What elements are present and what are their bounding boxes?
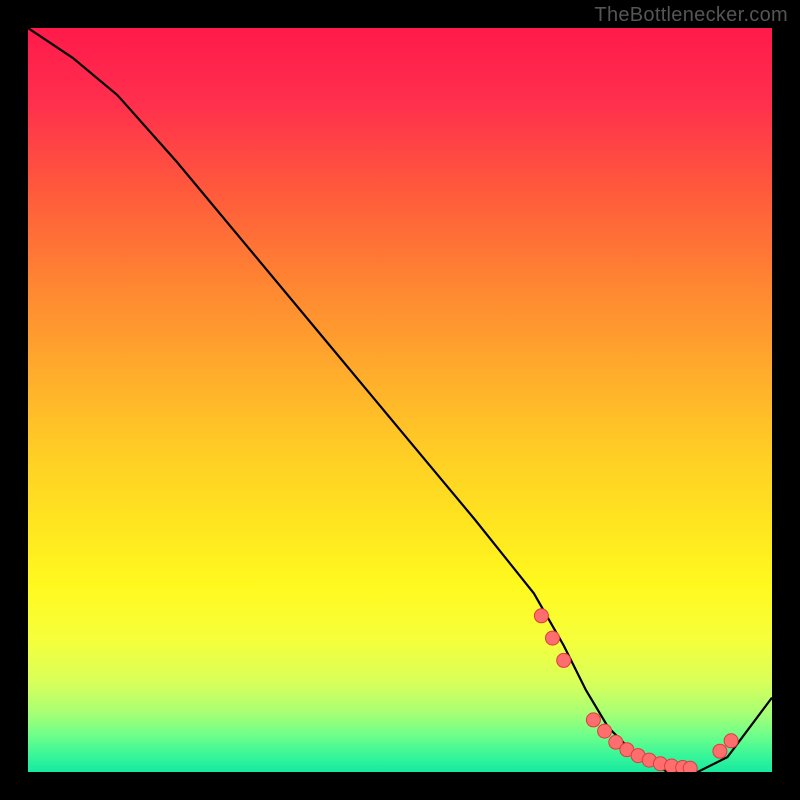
chart-svg: [28, 28, 772, 772]
gpu-marker: [586, 713, 600, 727]
gpu-marker: [546, 631, 560, 645]
gpu-marker: [724, 734, 738, 748]
gpu-marker: [598, 724, 612, 738]
attribution-text: TheBottlenecker.com: [594, 4, 788, 27]
gpu-marker: [557, 653, 571, 667]
gpu-marker: [683, 761, 697, 772]
gpu-marker-group: [534, 609, 738, 772]
gpu-marker: [713, 744, 727, 758]
gpu-marker: [534, 609, 548, 623]
chart-plot-area: [28, 28, 772, 772]
bottleneck-curve: [28, 28, 772, 772]
